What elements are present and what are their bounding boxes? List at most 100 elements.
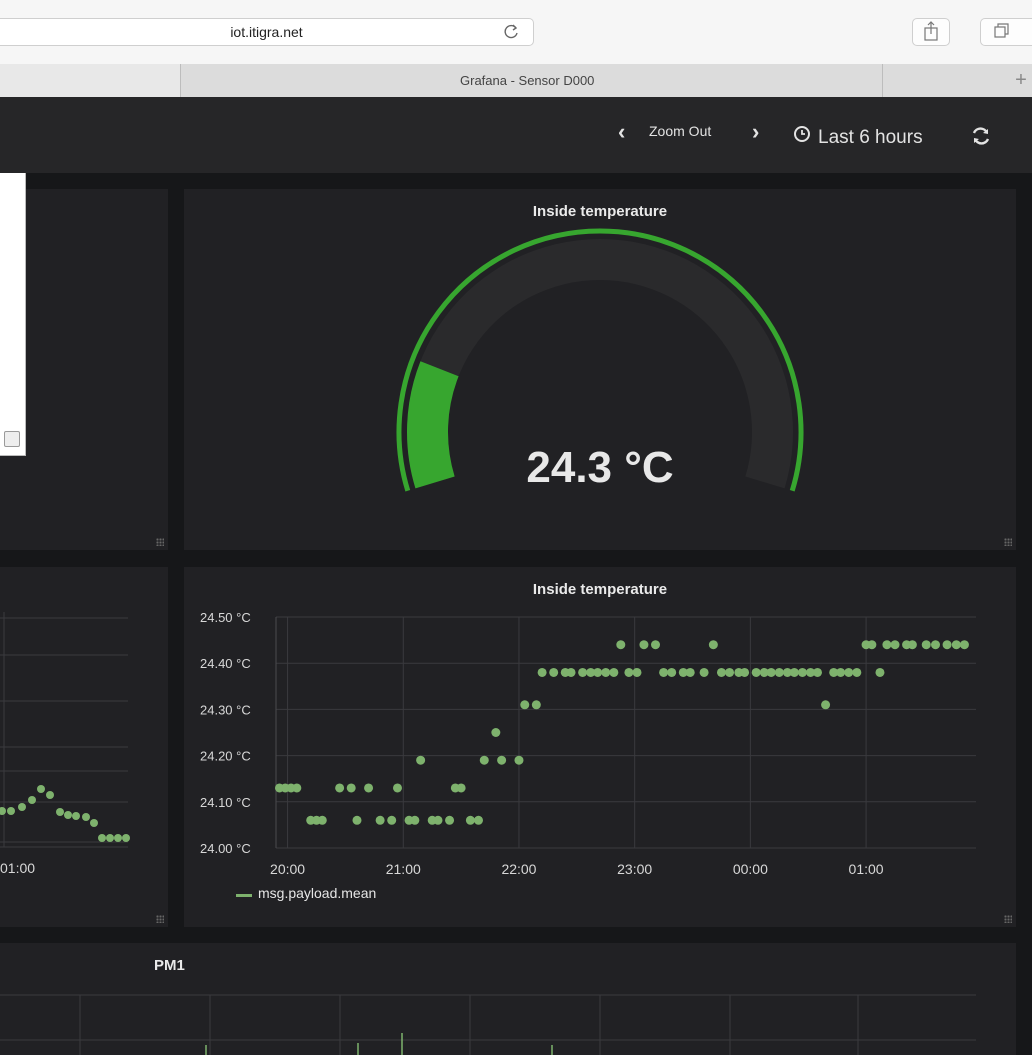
data-point[interactable]	[352, 815, 362, 825]
data-point[interactable]	[951, 640, 961, 650]
data-point[interactable]	[335, 783, 345, 793]
data-point[interactable]	[844, 667, 854, 677]
data-point[interactable]	[659, 667, 669, 677]
temperature-chart: 24.00 °C 24.10 °C 24.20 °C 24.30 °C 24.40 °C…	[200, 610, 976, 877]
y-tick-label: 24.40 °C	[200, 656, 251, 671]
url-text: iot.itigra.net	[230, 24, 303, 40]
data-point[interactable]	[890, 640, 900, 650]
data-point[interactable]	[566, 667, 576, 677]
time-range-picker[interactable]: Last 6 hours	[818, 127, 923, 149]
data-point[interactable]	[317, 815, 327, 825]
refresh-icon[interactable]	[971, 127, 991, 145]
panel-resize-handle[interactable]	[156, 538, 164, 546]
data-point[interactable]	[667, 667, 677, 677]
data-point[interactable]	[751, 667, 761, 677]
x-tick-label: 01:00	[849, 861, 884, 877]
data-point[interactable]	[445, 815, 455, 825]
data-point[interactable]	[601, 667, 611, 677]
data-point[interactable]	[537, 667, 547, 677]
data-point[interactable]	[392, 783, 402, 793]
data-point[interactable]	[959, 640, 969, 650]
tabs-overview-button[interactable]	[980, 18, 1032, 46]
browser-toolbar: iot.itigra.net	[0, 0, 1032, 65]
data-point[interactable]	[942, 640, 952, 650]
data-point[interactable]	[549, 667, 559, 677]
data-point[interactable]	[624, 667, 634, 677]
data-point[interactable]	[789, 667, 799, 677]
data-point[interactable]	[699, 667, 709, 677]
chevron-left-icon[interactable]: ‹	[618, 119, 625, 145]
data-point[interactable]	[931, 640, 941, 650]
grafana-navbar: ‹ Zoom Out › Last 6 hours	[0, 97, 1032, 173]
data-point[interactable]	[514, 755, 524, 765]
data-point[interactable]	[651, 640, 661, 650]
data-point[interactable]	[921, 640, 931, 650]
data-point[interactable]	[882, 640, 892, 650]
tab-title[interactable]: Grafana - Sensor D000	[460, 73, 594, 88]
reload-icon[interactable]	[502, 21, 522, 41]
data-point[interactable]	[416, 755, 426, 765]
data-point[interactable]	[465, 815, 475, 825]
data-point[interactable]	[364, 783, 374, 793]
data-point[interactable]	[346, 783, 356, 793]
y-tick-label: 24.00 °C	[200, 841, 251, 856]
data-point[interactable]	[433, 815, 443, 825]
data-point[interactable]	[875, 667, 885, 677]
pm1-chart	[0, 994, 976, 1055]
new-tab-button[interactable]: +	[1010, 64, 1032, 97]
data-point[interactable]	[766, 667, 776, 677]
data-point[interactable]	[725, 667, 735, 677]
legend-swatch	[236, 894, 252, 897]
data-point[interactable]	[456, 783, 466, 793]
data-point[interactable]	[797, 667, 807, 677]
address-bar[interactable]: iot.itigra.net	[0, 18, 534, 46]
data-point[interactable]	[907, 640, 917, 650]
tabs-icon	[994, 23, 1009, 38]
data-point[interactable]	[836, 667, 846, 677]
data-point[interactable]	[867, 640, 877, 650]
gauge-value: 24.3 °C	[526, 443, 674, 492]
share-icon	[924, 21, 938, 41]
overlay-popup	[0, 173, 26, 456]
x-tick-label: 20:00	[270, 861, 305, 877]
panel-resize-handle[interactable]	[1004, 915, 1012, 923]
data-point[interactable]	[852, 667, 862, 677]
data-point[interactable]	[685, 667, 695, 677]
data-point[interactable]	[616, 640, 626, 650]
data-point[interactable]	[292, 783, 302, 793]
data-point[interactable]	[375, 815, 385, 825]
tab-previous[interactable]	[0, 64, 181, 97]
data-point[interactable]	[473, 815, 483, 825]
x-tick-label: 21:00	[386, 861, 421, 877]
data-point[interactable]	[410, 815, 420, 825]
gauge-panel: Inside temperature 24.3 °C	[184, 189, 1016, 550]
data-point[interactable]	[708, 640, 718, 650]
zoom-out-button[interactable]: Zoom Out	[649, 123, 711, 139]
x-tick-label: 22:00	[501, 861, 536, 877]
data-point[interactable]	[578, 667, 588, 677]
data-point[interactable]	[593, 667, 603, 677]
panel-resize-handle[interactable]	[156, 915, 164, 923]
data-point[interactable]	[639, 640, 649, 650]
left-graph-panel: 01:00	[0, 567, 168, 927]
data-point[interactable]	[821, 700, 831, 710]
y-tick-label: 24.30 °C	[200, 702, 251, 717]
panel-resize-handle[interactable]	[1004, 538, 1012, 546]
data-point[interactable]	[479, 755, 489, 765]
data-point[interactable]	[520, 700, 530, 710]
data-point[interactable]	[716, 667, 726, 677]
data-point[interactable]	[531, 700, 541, 710]
chevron-right-icon[interactable]: ›	[752, 119, 759, 145]
legend-label[interactable]: msg.payload.mean	[258, 885, 376, 901]
y-tick-label: 24.50 °C	[200, 610, 251, 625]
data-point[interactable]	[609, 667, 619, 677]
data-point[interactable]	[740, 667, 750, 677]
data-point[interactable]	[387, 815, 397, 825]
share-button[interactable]	[912, 18, 950, 46]
window-icon[interactable]	[4, 431, 20, 447]
data-point[interactable]	[497, 755, 507, 765]
data-point[interactable]	[774, 667, 784, 677]
data-point[interactable]	[812, 667, 822, 677]
data-point[interactable]	[491, 728, 501, 737]
data-point[interactable]	[632, 667, 642, 677]
